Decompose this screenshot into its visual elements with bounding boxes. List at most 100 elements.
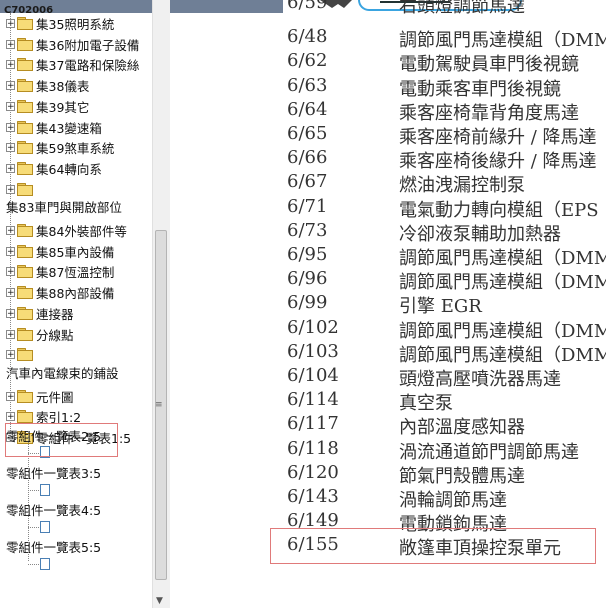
component-list: 6/59 右頭燈調節馬達 6/48 調節風門馬達模組（DMM 6/62 電動駕駛員車門後視…: [170, 0, 606, 608]
tree-item-label: 集43變速箱: [36, 120, 102, 136]
component-code: 6/117: [287, 413, 339, 434]
tree-item-label: 集37電路和保險絲: [36, 57, 140, 73]
component-code: 6/62: [287, 50, 328, 71]
expand-toggle-icon[interactable]: +: [6, 18, 15, 28]
tree-item-label: 集87恆溫控制: [36, 264, 115, 280]
expand-toggle-icon[interactable]: +: [6, 122, 15, 132]
document-icon[interactable]: [40, 521, 50, 533]
folder-icon: [17, 38, 33, 51]
component-name: 電動駕駛員車門後視鏡: [399, 54, 579, 75]
tree-connector: [28, 490, 39, 491]
scroll-down-arrow-icon[interactable]: ▼: [156, 596, 163, 606]
component-name: 調節風門馬達模組（DMM: [399, 321, 606, 342]
expand-toggle-icon[interactable]: +: [6, 80, 15, 90]
tree-group-label[interactable]: 汽車內電線束的鋪設: [6, 365, 119, 383]
folder-icon: [17, 224, 33, 237]
expand-toggle-icon[interactable]: +: [6, 411, 15, 421]
list-item[interactable]: 6/48 調節風門馬達模組（DMM: [170, 26, 606, 51]
list-item[interactable]: 6/95 調節風門馬達模組（DMM: [170, 244, 606, 269]
component-code: 6/96: [287, 268, 328, 289]
tree-connector: [28, 527, 39, 528]
list-item[interactable]: 6/99 引擎 EGR: [170, 292, 606, 317]
tree-item-label: 集59煞車系統: [36, 140, 115, 156]
expand-toggle-icon[interactable]: +: [6, 59, 15, 69]
list-item[interactable]: 6/96 調節風門馬達模組（DMM: [170, 268, 606, 293]
expand-toggle-icon[interactable]: +: [6, 349, 15, 359]
list-item[interactable]: 6/63 電動乘客車門後視鏡: [170, 75, 606, 100]
tree-item[interactable]: + 集43變速箱: [6, 117, 102, 137]
list-item[interactable]: 6/62 電動駕駛員車門後視鏡: [170, 50, 606, 75]
list-item[interactable]: 6/103 調節風門馬達模組（DMM: [170, 341, 606, 366]
expand-toggle-icon[interactable]: +: [6, 266, 15, 276]
tree-item[interactable]: + 集37電路和保險絲: [6, 54, 139, 74]
list-item[interactable]: 6/118 渦流通道節門調節馬達: [170, 438, 606, 463]
tree-item[interactable]: + 集85車內設備: [6, 241, 114, 261]
expand-toggle-icon[interactable]: +: [6, 308, 15, 318]
expand-toggle-icon[interactable]: +: [6, 39, 15, 49]
tree-item-label: 集88內部設備: [36, 285, 115, 301]
tree-item[interactable]: + 元件圖: [6, 386, 74, 406]
tree-item[interactable]: +: [6, 344, 36, 364]
list-item[interactable]: 6/104 頭燈高壓噴洗器馬達: [170, 365, 606, 390]
component-name: 頭燈高壓噴洗器馬達: [399, 369, 561, 390]
highlight-box: [270, 528, 596, 564]
expand-toggle-icon[interactable]: +: [6, 225, 15, 235]
expand-toggle-icon[interactable]: +: [6, 287, 15, 297]
tree-item-label: 元件圖: [36, 389, 74, 405]
folder-icon: [17, 141, 33, 154]
tree-item[interactable]: + 集59煞車系統: [6, 137, 114, 157]
document-icon[interactable]: [40, 558, 50, 570]
tree-document-item[interactable]: 零組件一覽表3:5: [6, 465, 101, 483]
expand-toggle-icon[interactable]: +: [6, 246, 15, 256]
list-item[interactable]: 6/59 右頭燈調節馬達: [170, 0, 606, 17]
list-item[interactable]: 6/73 冷卻液泵輔助加熱器: [170, 220, 606, 245]
tree-document-item[interactable]: 零組件一覽表5:5: [6, 539, 101, 557]
expand-toggle-icon[interactable]: +: [6, 329, 15, 339]
list-item[interactable]: 6/66 乘客座椅後緣升 / 降馬達: [170, 147, 606, 172]
tree-item[interactable]: + 集36附加電子設備: [6, 34, 139, 54]
expand-toggle-icon[interactable]: +: [6, 184, 15, 194]
tree-item[interactable]: + 集84外裝部件等: [6, 220, 127, 240]
vertical-scrollbar[interactable]: ≡ ▼: [152, 0, 170, 608]
expand-toggle-icon[interactable]: +: [6, 391, 15, 401]
list-item[interactable]: 6/120 節氣門殼體馬達: [170, 462, 606, 487]
document-icon[interactable]: [40, 484, 50, 496]
scrollbar-grip-icon: ≡: [155, 400, 163, 410]
tree-item-label: 連接器: [36, 306, 74, 322]
folder-icon: [17, 410, 33, 423]
list-item[interactable]: 6/102 調節風門馬達模組（DMM: [170, 317, 606, 342]
folder-icon: [17, 328, 33, 341]
component-code: 6/67: [287, 171, 328, 192]
component-name: 冷卻液泵輔助加熱器: [399, 224, 561, 245]
list-item[interactable]: 6/67 燃油洩漏控制泵: [170, 171, 606, 196]
tree-connector: [28, 564, 39, 565]
component-name: 真空泵: [399, 393, 453, 414]
tree-item[interactable]: + 集87恆溫控制: [6, 261, 114, 281]
tree-item[interactable]: +: [6, 179, 36, 199]
tree-item-label: 分線點: [36, 327, 74, 343]
expand-toggle-icon[interactable]: +: [6, 142, 15, 152]
tree-item[interactable]: + 集35照明系統: [6, 13, 114, 33]
folder-icon: [17, 121, 33, 134]
component-code: 6/66: [287, 147, 328, 168]
tree-group-label[interactable]: 集83車門與開啟部位: [6, 199, 122, 217]
tree-panel[interactable]: + 集35照明系統 + 集36附加電子設備 + 集37電路和保險絲 + 集38儀表 + 集39其它…: [0, 13, 152, 608]
list-item[interactable]: 6/114 真空泵: [170, 389, 606, 414]
list-item[interactable]: 6/143 渦輪調節馬達: [170, 486, 606, 511]
list-item[interactable]: 6/64 乘客座椅靠背角度馬達: [170, 99, 606, 124]
list-item[interactable]: 6/117 內部溫度感知器: [170, 413, 606, 438]
tree-item[interactable]: + 集39其它: [6, 96, 89, 116]
tree-item[interactable]: + 分線點: [6, 324, 74, 344]
component-name: 燃油洩漏控制泵: [399, 175, 525, 196]
tree-document-item[interactable]: 零組件一覽表4:5: [6, 502, 101, 520]
component-name: 乘客座椅後緣升 / 降馬達: [399, 151, 597, 172]
tree-item[interactable]: + 集38儀表: [6, 75, 89, 95]
component-code: 6/95: [287, 244, 328, 265]
list-item[interactable]: 6/65 乘客座椅前緣升 / 降馬達: [170, 123, 606, 148]
tree-item[interactable]: + 連接器: [6, 303, 74, 323]
list-item[interactable]: 6/71 電氣動力轉向模組（EPS: [170, 196, 606, 221]
expand-toggle-icon[interactable]: +: [6, 163, 15, 173]
tree-item[interactable]: + 集88內部設備: [6, 282, 114, 302]
tree-item[interactable]: + 集64轉向系: [6, 158, 102, 178]
expand-toggle-icon[interactable]: +: [6, 101, 15, 111]
